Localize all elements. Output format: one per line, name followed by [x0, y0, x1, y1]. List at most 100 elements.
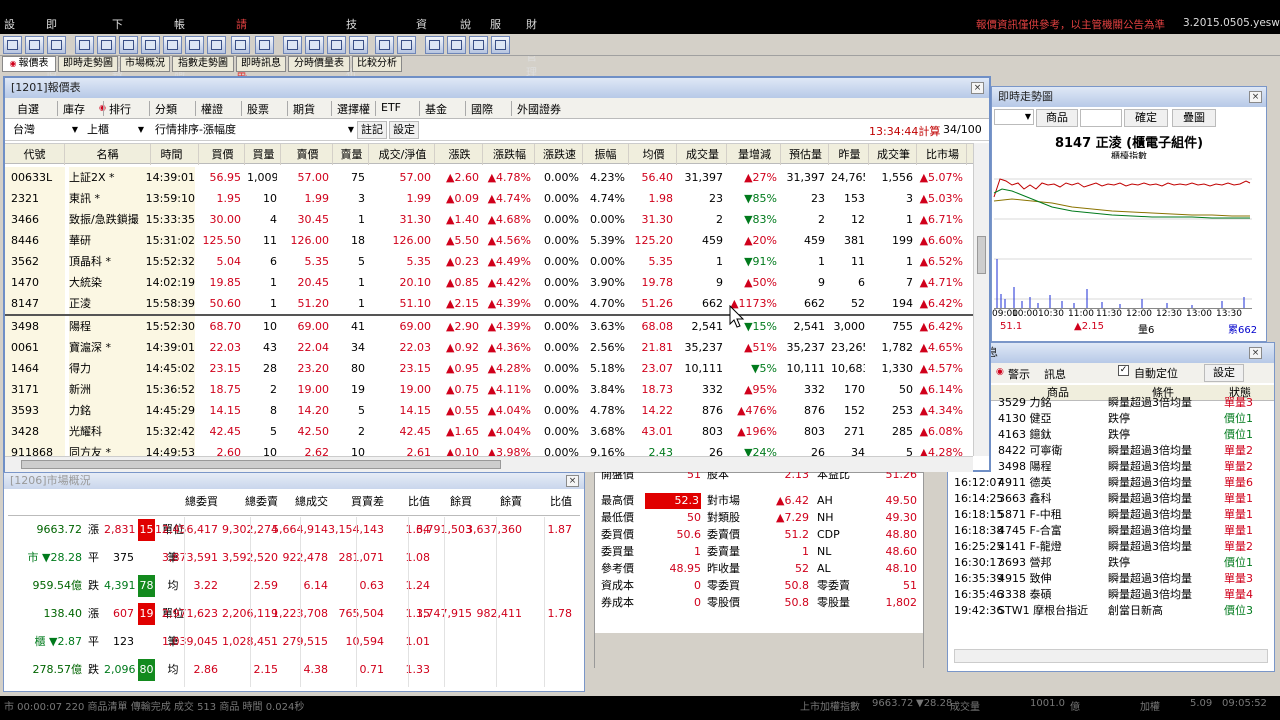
column-header[interactable]: 買量 [247, 144, 281, 165]
table-row[interactable]: 8446 華研 15:31:02 125.50 11 126.00 18 126.00 ▲5.5… [5, 230, 973, 251]
column-header[interactable]: 成交/淨值 [371, 144, 435, 165]
toolbar-tool-icon[interactable] [3, 36, 22, 54]
alert-row[interactable]: 4163 鐿鈦 跌停 價位1 [948, 427, 1274, 443]
close-icon[interactable]: × [1249, 347, 1262, 359]
alerts-hscroll[interactable] [954, 649, 1268, 663]
close-icon[interactable]: × [971, 82, 984, 94]
column-header[interactable]: 漲跌速 [537, 144, 583, 165]
table-row[interactable]: 3428 光耀科 15:32:42 42.45 5 42.50 2 42.45 ▲1.65 ▲4.… [5, 421, 973, 442]
hscroll-thumb[interactable] [21, 460, 501, 469]
column-header[interactable]: 昨量 [831, 144, 869, 165]
toolbar-tool-icon[interactable] [375, 36, 394, 54]
quote-tab-5[interactable]: 股票 [247, 101, 269, 117]
column-header[interactable]: 均價 [631, 144, 677, 165]
toolbar-tool-icon[interactable] [327, 36, 346, 54]
overlay-button[interactable]: 疊圖 [1172, 109, 1216, 127]
column-header[interactable]: 賣量 [335, 144, 369, 165]
quote-vscroll[interactable] [973, 143, 989, 456]
alert-row[interactable]: 16:18:15 5871 F-中租 瞬量超過3倍均量 單量1 [948, 507, 1274, 523]
tab-4[interactable]: 即時訊息 [236, 56, 286, 72]
quote-tab-1[interactable]: 庫存 [63, 101, 85, 117]
table-row[interactable]: 911868 同方友 * 14:49:53 2.60 10 2.62 10 2.61 ▲0.10… [5, 442, 973, 456]
column-header[interactable]: 成交筆 [871, 144, 917, 165]
sort-select[interactable]: 行情排序-漲幅度 ▼ [151, 122, 357, 138]
quote-tab-10[interactable]: 國際 [471, 101, 493, 117]
toolbar-tool-icon[interactable] [207, 36, 226, 54]
tab-2[interactable]: 市場概況 [120, 56, 170, 72]
toolbar-tool-icon[interactable] [305, 36, 324, 54]
column-header[interactable]: 名稱 [65, 144, 151, 165]
market-select[interactable]: 台灣 ▼ [9, 122, 81, 138]
board-select[interactable]: 上櫃 ▼ [83, 122, 147, 138]
column-header[interactable]: 預估量 [783, 144, 829, 165]
quote-tab-2[interactable]: 排行 [109, 101, 131, 117]
confirm-button[interactable]: 確定 [1124, 109, 1168, 127]
quote-tab-8[interactable]: ETF [381, 101, 401, 114]
toolbar-tool-icon[interactable] [255, 36, 274, 54]
alert-row[interactable]: 16:25:25 4141 F-龍燈 瞬量超過3倍均量 單量2 [948, 539, 1274, 555]
close-icon[interactable]: × [1249, 91, 1262, 103]
table-row[interactable]: 1464 得力 14:45:02 23.15 28 23.20 80 23.15 ▲0.95 ▲4… [5, 358, 973, 379]
quote-tab-9[interactable]: 基金 [425, 101, 447, 117]
tab-6[interactable]: 比較分析 [352, 56, 402, 72]
column-header[interactable]: 比市場 [919, 144, 967, 165]
quote-tab-7[interactable]: 選擇權 [337, 101, 370, 117]
alerts-setup-button[interactable]: 設定 [1204, 364, 1244, 382]
alert-row[interactable]: 8422 可寧衛 瞬量超過3倍均量 單量2 [948, 443, 1274, 459]
column-header[interactable]: 成交量 [679, 144, 727, 165]
quote-tab-6[interactable]: 期貨 [293, 101, 315, 117]
tab-0[interactable]: ◉ 報價表 [2, 56, 56, 72]
table-row[interactable]: 3498 陽程 15:52:30 68.70 10 69.00 41 69.00 ▲2.90 ▲4… [5, 316, 973, 337]
chart-mode-select[interactable]: ▼ [994, 109, 1034, 125]
column-header[interactable]: 買價 [201, 144, 245, 165]
toolbar-tool-icon[interactable] [425, 36, 444, 54]
table-row[interactable]: 2321 東訊 * 13:59:10 1.95 10 1.99 3 1.99 ▲0.09 ▲4.7… [5, 188, 973, 209]
toolbar-tool-icon[interactable] [447, 36, 466, 54]
column-header[interactable]: 賣價 [283, 144, 333, 165]
vscroll-thumb[interactable] [977, 236, 986, 274]
tab-1[interactable]: 即時走勢圖 [58, 56, 118, 72]
toolbar-tool-icon[interactable] [185, 36, 204, 54]
column-header[interactable]: 振幅 [583, 144, 629, 165]
toolbar-tool-icon[interactable] [283, 36, 302, 54]
column-header[interactable]: 代號 [5, 144, 65, 165]
tab-alert[interactable]: 警示 [1008, 366, 1030, 382]
alert-row[interactable]: 3529 力銘 瞬量超過3倍均量 單量3 [948, 395, 1274, 411]
mark-button[interactable]: 註記 [357, 121, 387, 139]
alert-row[interactable]: 16:35:46 3338 泰碩 瞬量超過3倍均量 單量4 [948, 587, 1274, 603]
alert-row[interactable]: 16:18:38 4745 F-合富 瞬量超過3倍均量 單量1 [948, 523, 1274, 539]
alert-row[interactable]: 16:30:17 3693 營邦 跌停 價位1 [948, 555, 1274, 571]
column-header[interactable]: 時間 [145, 144, 199, 165]
table-row[interactable]: 1470 大統染 14:02:19 19.85 1 20.45 1 20.10 ▲0.85 ▲4.… [5, 272, 973, 293]
quote-hscroll[interactable] [5, 456, 973, 472]
toolbar-tool-icon[interactable] [25, 36, 44, 54]
column-header[interactable]: 漲跌 [437, 144, 483, 165]
toolbar-tool-icon[interactable] [97, 36, 116, 54]
table-row[interactable]: 3562 頂晶科 * 15:52:32 5.04 6 5.35 5 5.35 ▲0.23 ▲4.4… [5, 251, 973, 272]
toolbar-tool-icon[interactable] [397, 36, 416, 54]
toolbar-tool-icon[interactable] [75, 36, 94, 54]
alert-row[interactable]: 16:12:07 4911 德英 瞬量超過3倍均量 單量6 [948, 475, 1274, 491]
table-row[interactable]: 3593 力銘 14:45:29 14.15 8 14.20 5 14.15 ▲0.55 ▲4.0… [5, 400, 973, 421]
alert-row[interactable]: 16:35:39 4915 致伸 瞬量超過3倍均量 單量3 [948, 571, 1274, 587]
toolbar-tool-icon[interactable] [231, 36, 250, 54]
quote-tab-4[interactable]: 權證 [201, 101, 223, 117]
toolbar-tool-icon[interactable] [163, 36, 182, 54]
column-header[interactable]: 漲跌幅 [485, 144, 535, 165]
tab-message[interactable]: 訊息 [1044, 366, 1066, 382]
toolbar-tool-icon[interactable] [119, 36, 138, 54]
toolbar-tool-icon[interactable] [349, 36, 368, 54]
tab-5[interactable]: 分時價量表 [288, 56, 350, 72]
toolbar-tool-icon[interactable] [469, 36, 488, 54]
table-row[interactable]: 3466 致振/急跌鎖撮 15:33:35 30.00 4 30.45 1 31.30 ▲1.4… [5, 209, 973, 230]
product-input[interactable] [1080, 109, 1122, 127]
quote-tab-3[interactable]: 分類 [155, 101, 177, 117]
alert-row[interactable]: 16:14:25 3663 鑫科 瞬量超過3倍均量 單量1 [948, 491, 1274, 507]
table-row[interactable]: 0061 寶滬深 * 14:39:01 22.03 43 22.04 34 22.03 ▲0.9… [5, 337, 973, 358]
alert-row[interactable]: 3498 陽程 瞬量超過3倍均量 單量2 [948, 459, 1274, 475]
alert-row[interactable]: 4130 健亞 跌停 價位1 [948, 411, 1274, 427]
table-row[interactable]: 8147 正淩 15:58:39 50.60 1 51.20 1 51.10 ▲2.15 ▲4.3… [5, 293, 973, 314]
toolbar-tool-icon[interactable] [141, 36, 160, 54]
toolbar-tool-icon[interactable] [491, 36, 510, 54]
column-header[interactable]: 量增減 [729, 144, 781, 165]
